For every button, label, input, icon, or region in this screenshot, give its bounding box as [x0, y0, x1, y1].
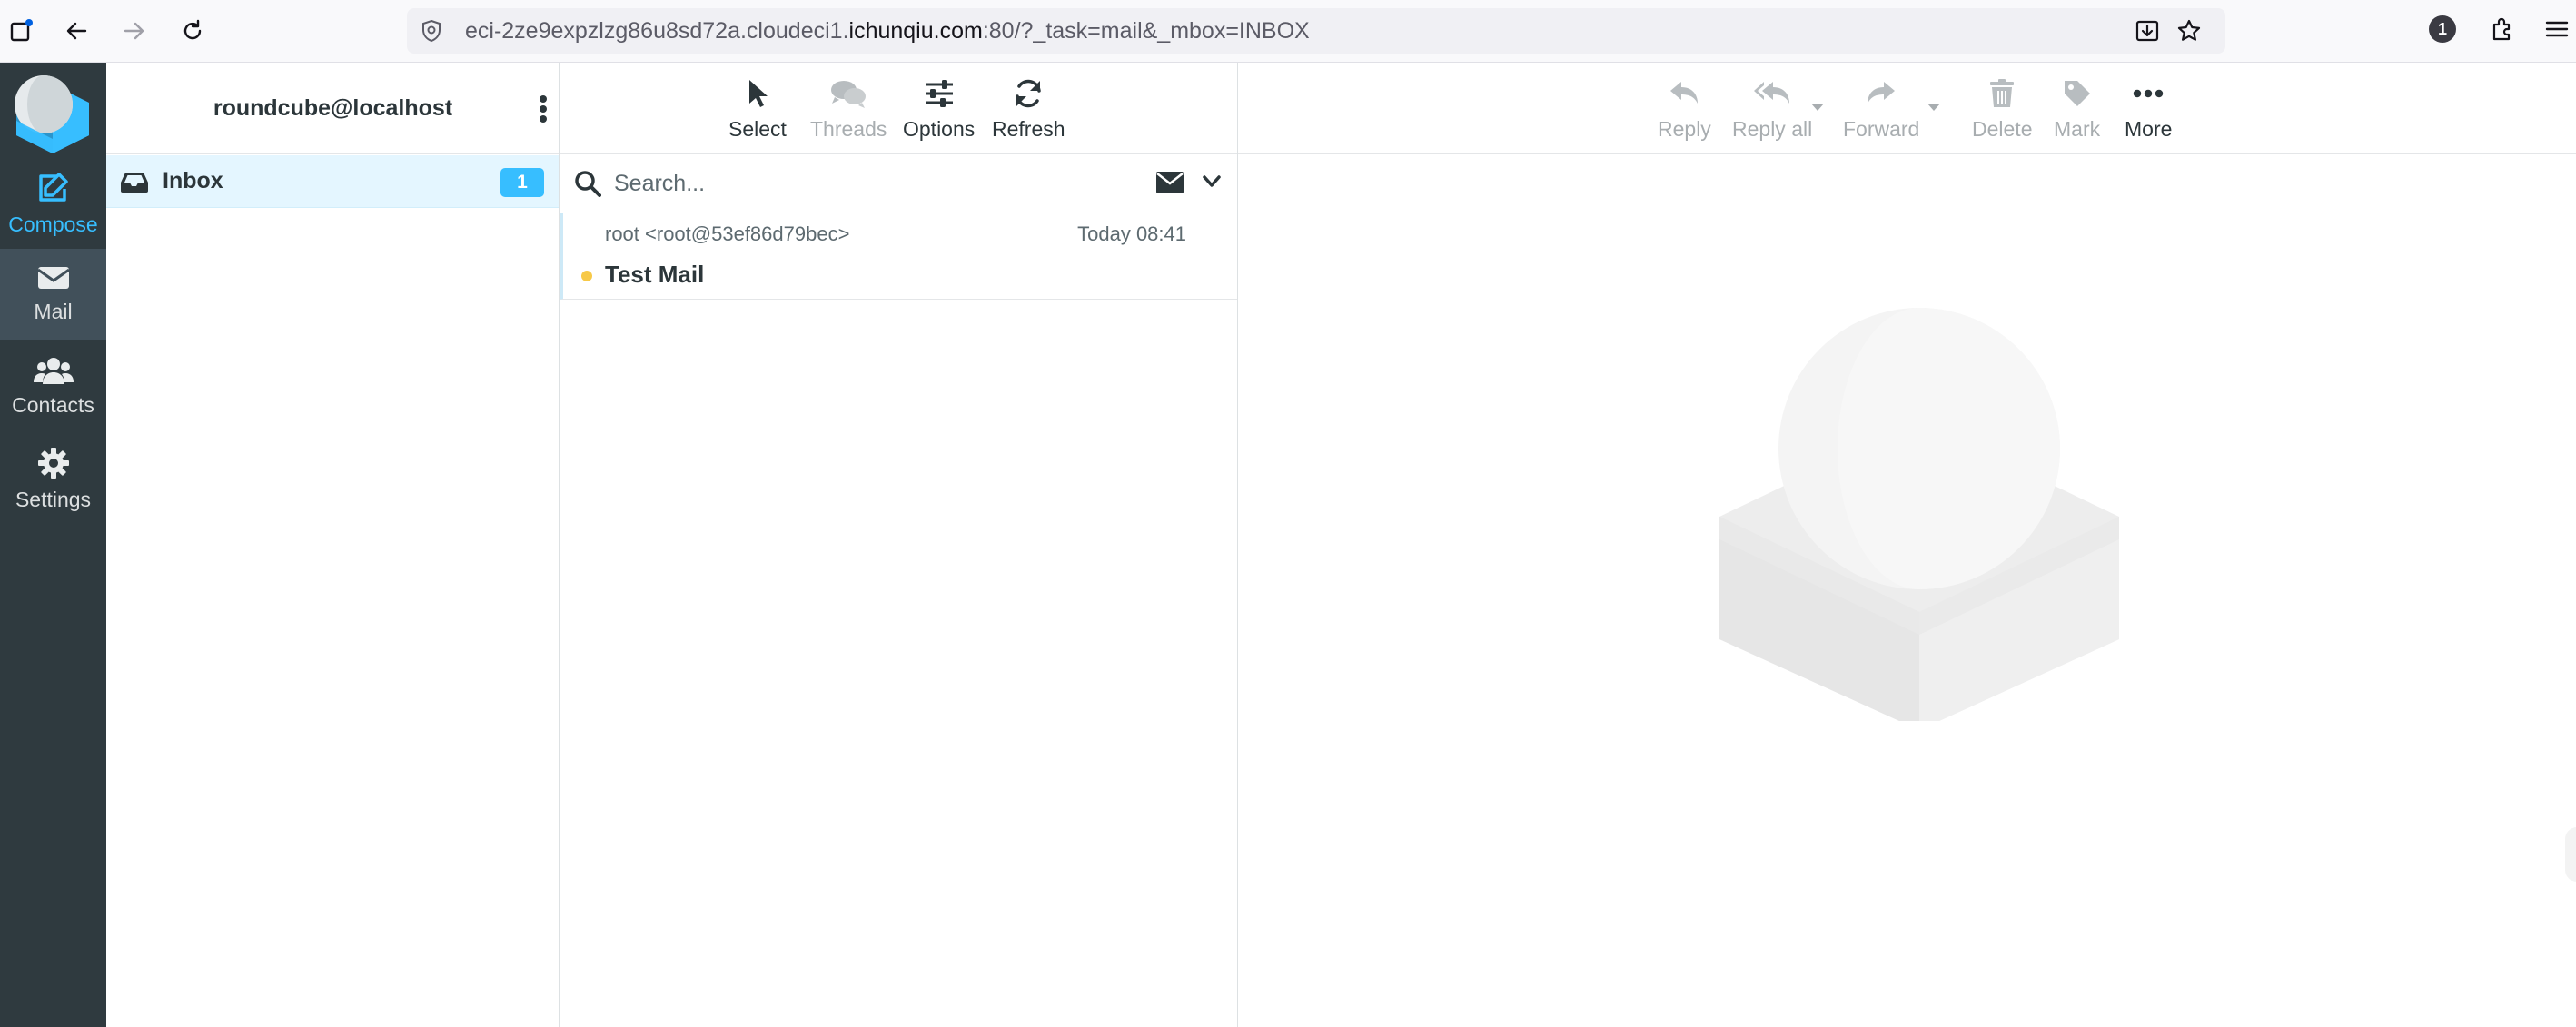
tag-icon — [2063, 75, 2092, 112]
threads-label: Threads — [810, 117, 887, 141]
more-button[interactable]: More — [2125, 75, 2172, 148]
forward-label: Forward — [1843, 117, 1920, 141]
search-input[interactable] — [614, 165, 1105, 202]
url-domain: ichunqiu.com — [848, 18, 983, 44]
refresh-label: Refresh — [992, 117, 1065, 141]
select-label: Select — [728, 117, 787, 141]
delete-button[interactable]: Delete — [1972, 75, 2032, 148]
download-page-icon[interactable] — [2135, 18, 2160, 44]
unread-dot-icon[interactable] — [581, 271, 592, 281]
task-contacts[interactable]: Contacts — [0, 341, 106, 432]
message-list-pane: Select Threads Options Refresh Search...… — [560, 63, 1238, 1027]
mark-label: Mark — [2054, 117, 2101, 141]
task-mail-label: Mail — [34, 299, 73, 323]
folder-pane-header: roundcube@localhost — [106, 63, 559, 154]
roundcube-logo[interactable] — [0, 68, 106, 159]
forward-icon[interactable] — [116, 13, 153, 49]
refresh-button[interactable]: Refresh — [992, 75, 1065, 148]
search-mail-filter-icon[interactable] — [1156, 172, 1184, 193]
reply-all-icon — [1753, 75, 1791, 112]
task-menu: Compose Mail Contacts Settings — [0, 63, 106, 1027]
mark-button[interactable]: Mark — [2054, 75, 2100, 148]
options-label: Options — [903, 117, 976, 141]
message-date: Today 08:41 — [1077, 222, 1186, 245]
search-bar — [560, 154, 1237, 212]
message-subject: Test Mail — [605, 261, 705, 288]
browser-chrome: eci-2ze9expzlzg86u8sd72a.cloudeci1.ichun… — [0, 0, 2576, 63]
folder-item-inbox[interactable]: Inbox 1 — [106, 155, 559, 208]
threads-button[interactable]: Threads — [810, 75, 887, 148]
unread-count-badge: 1 — [500, 168, 544, 197]
trash-icon — [1989, 75, 2015, 112]
url-suffix: :80/?_task=mail&_mbox=INBOX — [982, 18, 1310, 44]
notification-badge[interactable]: 1 — [2429, 15, 2456, 43]
address-bar[interactable]: eci-2ze9expzlzg86u8sd72a.cloudeci1.ichun… — [407, 8, 2225, 54]
sidebar-toggle-icon[interactable] — [4, 13, 40, 49]
comments-icon — [830, 75, 867, 112]
forward-button[interactable]: Forward — [1843, 75, 1919, 148]
reply-all-label: Reply all — [1732, 117, 1813, 141]
back-icon[interactable] — [58, 13, 94, 49]
extensions-icon[interactable] — [2489, 15, 2516, 43]
task-compose-label: Compose — [8, 212, 98, 236]
compose-icon — [35, 171, 72, 203]
envelope-icon — [36, 265, 70, 291]
task-contacts-label: Contacts — [12, 392, 94, 417]
folder-pane: roundcube@localhost Inbox 1 — [106, 63, 560, 1027]
more-dots-icon — [2133, 75, 2164, 112]
sliders-icon — [924, 75, 955, 112]
url-prefix: eci-2ze9expzlzg86u8sd72a.cloudeci1. — [465, 18, 849, 44]
more-label: More — [2125, 117, 2173, 141]
cursor-pointer-icon — [746, 75, 769, 112]
message-toolbar: Reply Reply all Forward Delete Mark More — [1238, 63, 2576, 154]
chevron-down-icon[interactable] — [1202, 174, 1222, 189]
message-row[interactable]: root <root@53ef86d79bec> Today 08:41 Tes… — [560, 213, 1237, 300]
reload-icon[interactable] — [174, 13, 211, 49]
message-preview-pane: Reply Reply all Forward Delete Mark More — [1238, 63, 2576, 1027]
edge-handle[interactable] — [2565, 827, 2576, 882]
folder-actions-menu-icon[interactable] — [539, 94, 548, 123]
users-icon — [33, 357, 74, 384]
reply-all-button[interactable]: Reply all — [1732, 75, 1812, 148]
app-menu-icon[interactable] — [2543, 15, 2571, 43]
refresh-icon — [1013, 75, 1044, 112]
forward-dropdown-icon[interactable] — [1927, 103, 1941, 112]
reply-label: Reply — [1658, 117, 1711, 141]
task-settings-label: Settings — [15, 487, 92, 511]
message-list-toolbar: Select Threads Options Refresh — [560, 63, 1237, 154]
roundcube-watermark-logo — [1710, 303, 2128, 721]
reply-all-dropdown-icon[interactable] — [1810, 103, 1825, 112]
roundcube-app: Compose Mail Contacts Settings roundcube… — [0, 63, 2576, 1027]
message-from: root <root@53ef86d79bec> — [605, 222, 850, 245]
account-username: roundcube@localhost — [213, 95, 453, 121]
options-button[interactable]: Options — [903, 75, 975, 148]
reply-button[interactable]: Reply — [1658, 75, 1711, 148]
select-button[interactable]: Select — [728, 75, 787, 148]
folder-name: Inbox — [163, 168, 223, 193]
shield-icon[interactable] — [420, 19, 443, 43]
delete-label: Delete — [1972, 117, 2033, 141]
task-compose[interactable]: Compose — [0, 158, 106, 249]
task-mail[interactable]: Mail — [0, 249, 106, 340]
search-icon[interactable] — [574, 170, 601, 197]
bookmark-star-icon[interactable] — [2176, 18, 2202, 44]
reply-icon — [1669, 75, 1699, 112]
task-settings[interactable]: Settings — [0, 434, 106, 525]
url-text[interactable]: eci-2ze9expzlzg86u8sd72a.cloudeci1.ichun… — [465, 8, 1310, 54]
inbox-icon — [119, 170, 150, 193]
gear-icon — [37, 447, 69, 479]
forward-arrow-icon — [1866, 75, 1897, 112]
